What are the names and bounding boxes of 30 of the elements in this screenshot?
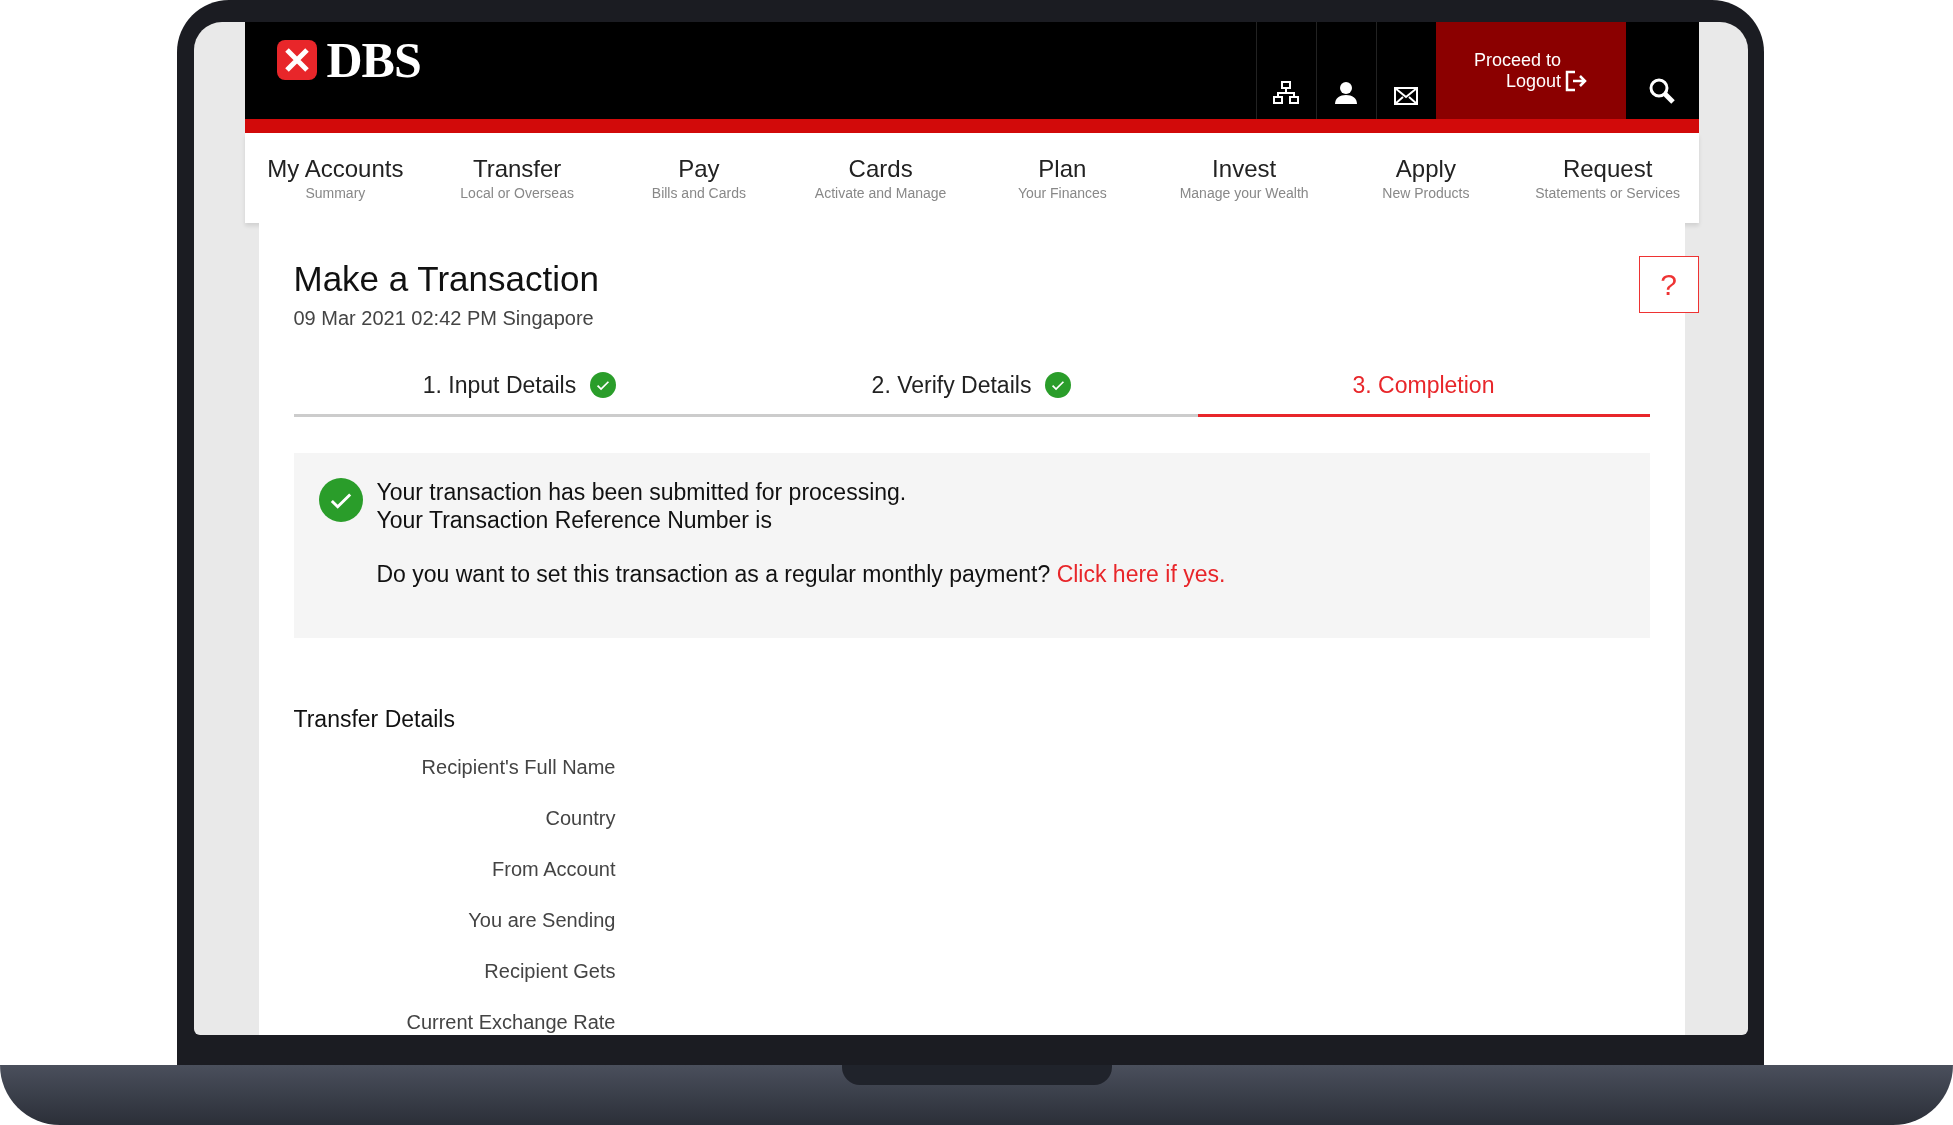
success-icon xyxy=(318,478,363,522)
section-title: Transfer Details xyxy=(293,706,456,733)
confirmation-text: Your transaction has been submitted for processing. xyxy=(376,478,908,506)
field-label: Country xyxy=(545,806,616,831)
field-label: Recipient Gets xyxy=(484,959,616,984)
nav-item[interactable]: Plan Your Finances xyxy=(971,133,1154,223)
nav-item[interactable]: My Accounts Summary xyxy=(244,133,427,223)
logo-icon xyxy=(274,37,319,82)
click-here-link[interactable]: Click here if yes. xyxy=(1056,561,1226,587)
field-label: You are Sending xyxy=(468,908,616,933)
step-title: 2. Verify Details xyxy=(745,366,1198,417)
step-title: 1. Input Details xyxy=(293,366,746,417)
help-button[interactable]: ? xyxy=(1638,256,1699,313)
field-label: From Account xyxy=(492,857,616,882)
question-text: Do you want to set this transaction as a regular monthly payment? xyxy=(376,561,1051,587)
page-title: Make a Transaction xyxy=(293,259,599,299)
nav-item[interactable]: Invest Manage your Wealth xyxy=(1153,133,1335,223)
field-label: Current Exchange Rate xyxy=(406,1010,616,1035)
nav-item[interactable]: Pay Bills and Cards xyxy=(608,133,790,223)
date-time: 09 Mar 2021 02:42 PM Singapore xyxy=(293,307,595,330)
field-label: Recipient's Full Name xyxy=(421,755,616,780)
nav-item[interactable]: Cards Activate and Manage xyxy=(789,133,972,223)
nav-item[interactable]: Request Statements or Services xyxy=(1516,133,1699,223)
step-title: 3. Completion xyxy=(1197,366,1650,417)
logo-text: DBS xyxy=(326,30,421,89)
reference-label: Your Transaction Reference Number is xyxy=(376,506,773,534)
nav-item[interactable]: Apply New Products xyxy=(1335,133,1517,223)
logout-icon xyxy=(1565,69,1588,92)
logout-button[interactable]: Proceed to Logout xyxy=(1435,22,1626,120)
nav-item[interactable]: Transfer Local or Overseas xyxy=(426,133,608,223)
